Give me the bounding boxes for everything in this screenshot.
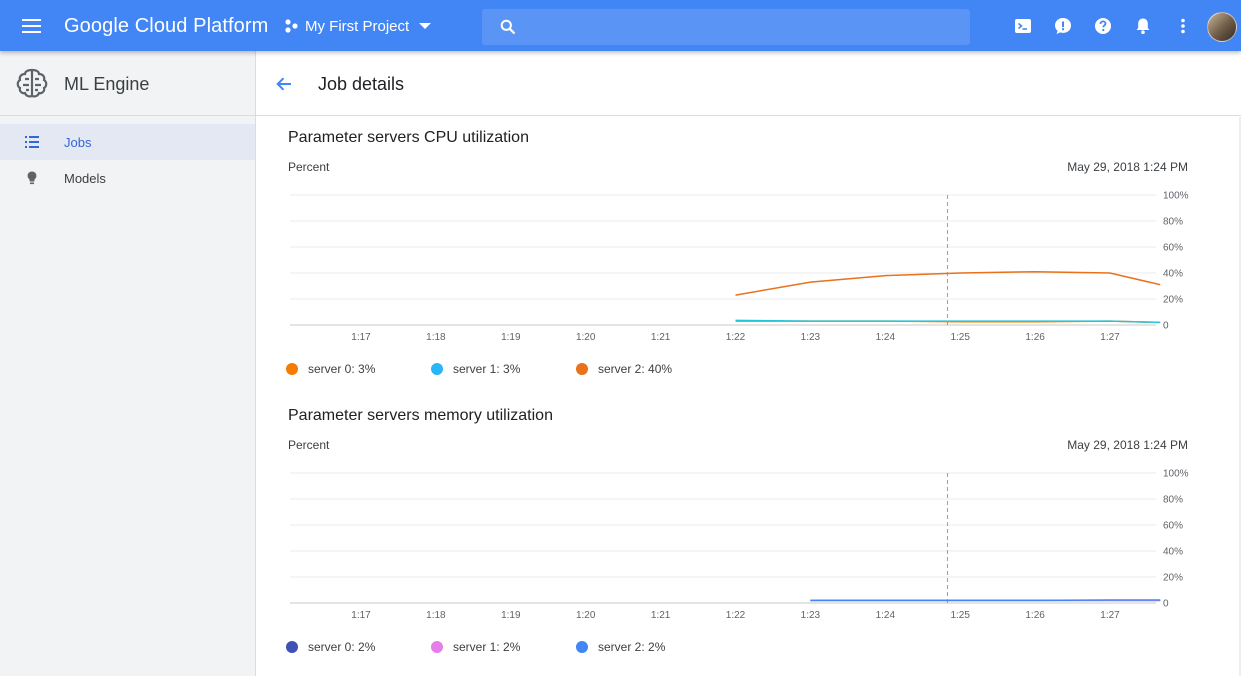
chevron-down-icon bbox=[419, 23, 432, 29]
x-tick-label: 1:21 bbox=[651, 610, 671, 621]
sidebar-item-label: Models bbox=[64, 171, 106, 186]
project-selector[interactable]: My First Project bbox=[283, 10, 432, 42]
menu-icon[interactable] bbox=[18, 14, 46, 38]
legend-dot bbox=[286, 641, 298, 653]
legend-dot bbox=[431, 363, 443, 375]
y-tick-label: 80% bbox=[1163, 495, 1183, 506]
arrow-back-icon[interactable] bbox=[274, 74, 294, 94]
sidebar-title: ML Engine bbox=[64, 74, 150, 94]
x-tick-label: 1:19 bbox=[501, 610, 521, 621]
legend-dot bbox=[286, 363, 298, 375]
sidebar-item-models[interactable]: Models bbox=[0, 160, 255, 196]
legend-dot bbox=[431, 641, 443, 653]
feedback-icon[interactable] bbox=[1053, 16, 1073, 36]
cpu-chart-title: Parameter servers CPU utilization bbox=[288, 129, 529, 146]
legend-item[interactable]: server 2: 40% bbox=[576, 362, 672, 376]
x-tick-label: 1:18 bbox=[426, 332, 446, 343]
search-bar[interactable] bbox=[482, 9, 970, 45]
x-tick-label: 1:21 bbox=[651, 332, 671, 343]
cpu-chart-ylabel: Percent bbox=[288, 160, 330, 174]
avatar[interactable] bbox=[1207, 12, 1237, 42]
project-dots-icon bbox=[285, 19, 298, 33]
legend-item[interactable]: server 1: 3% bbox=[431, 362, 520, 376]
x-tick-label: 1:22 bbox=[726, 610, 746, 621]
y-tick-label: 80% bbox=[1163, 217, 1183, 228]
list-icon bbox=[25, 136, 39, 148]
project-name: My First Project bbox=[305, 17, 410, 35]
notifications-icon[interactable] bbox=[1133, 16, 1153, 36]
sidebar-header: ML Engine bbox=[0, 51, 255, 116]
x-tick-label: 1:17 bbox=[351, 610, 371, 621]
y-tick-label: 60% bbox=[1163, 521, 1183, 532]
lightbulb-icon bbox=[27, 171, 37, 185]
cloud-shell-icon[interactable] bbox=[1013, 16, 1033, 36]
y-tick-label: 100% bbox=[1163, 469, 1189, 480]
page-title: Job details bbox=[318, 74, 405, 94]
x-tick-label: 1:25 bbox=[950, 332, 970, 343]
top-app-bar: Google Cloud Platform My First Project bbox=[0, 0, 1241, 51]
memory-chart-title: Parameter servers memory utilization bbox=[288, 407, 553, 424]
x-tick-label: 1:23 bbox=[801, 332, 821, 343]
x-tick-label: 1:20 bbox=[576, 332, 596, 343]
x-tick-label: 1:27 bbox=[1100, 332, 1120, 343]
legend-label: server 0: 3% bbox=[308, 362, 376, 376]
x-tick-label: 1:19 bbox=[501, 332, 521, 343]
search-input[interactable] bbox=[522, 9, 962, 45]
x-tick-label: 1:26 bbox=[1025, 610, 1045, 621]
memory-chart-timestamp: May 29, 2018 1:24 PM bbox=[1067, 438, 1188, 452]
y-tick-label: 0 bbox=[1163, 599, 1169, 610]
x-tick-label: 1:23 bbox=[801, 610, 821, 621]
legend-dot bbox=[576, 363, 588, 375]
cpu-chart[interactable]: 0 20% 40% 60% 80% 100% 1:17 1:18 1:19 1:20 1:21 1:2… bbox=[256, 180, 1241, 350]
x-tick-label: 1:24 bbox=[876, 332, 896, 343]
y-tick-label: 100% bbox=[1163, 191, 1189, 202]
x-tick-label: 1:20 bbox=[576, 610, 596, 621]
legend-item[interactable]: server 1: 2% bbox=[431, 640, 520, 654]
more-vert-icon[interactable] bbox=[1173, 16, 1193, 36]
y-tick-label: 40% bbox=[1163, 547, 1183, 558]
legend-item[interactable]: server 0: 2% bbox=[286, 640, 375, 654]
page-header: Job details bbox=[256, 51, 1241, 116]
sidebar: ML Engine Jobs Models bbox=[0, 51, 256, 676]
x-tick-label: 1:26 bbox=[1025, 332, 1045, 343]
legend-label: server 1: 3% bbox=[453, 362, 521, 376]
help-icon[interactable] bbox=[1093, 16, 1113, 36]
x-tick-label: 1:18 bbox=[426, 610, 446, 621]
legend-dot bbox=[576, 641, 588, 653]
legend-label: server 2: 2% bbox=[598, 640, 666, 654]
y-tick-label: 20% bbox=[1163, 295, 1183, 306]
x-tick-label: 1:25 bbox=[950, 610, 970, 621]
x-tick-label: 1:27 bbox=[1100, 610, 1120, 621]
legend-label: server 2: 40% bbox=[598, 362, 673, 376]
cpu-chart-timestamp: May 29, 2018 1:24 PM bbox=[1067, 160, 1188, 174]
sidebar-item-label: Jobs bbox=[64, 135, 92, 150]
legend-item[interactable]: server 2: 2% bbox=[576, 640, 665, 654]
y-tick-label: 40% bbox=[1163, 269, 1183, 280]
legend-label: server 0: 2% bbox=[308, 640, 376, 654]
product-name[interactable]: Google Cloud Platform bbox=[64, 15, 268, 38]
y-tick-label: 0 bbox=[1163, 321, 1169, 332]
legend-label: server 1: 2% bbox=[453, 640, 521, 654]
ml-engine-brain-icon bbox=[16, 68, 48, 98]
x-tick-label: 1:24 bbox=[876, 610, 896, 621]
x-tick-label: 1:22 bbox=[726, 332, 746, 343]
search-icon bbox=[500, 19, 516, 35]
memory-chart[interactable]: 0 20% 40% 60% 80% 100% 1:17 1:18 1:19 1:20 1:21 1:2… bbox=[256, 458, 1241, 628]
y-tick-label: 60% bbox=[1163, 243, 1183, 254]
memory-chart-ylabel: Percent bbox=[288, 438, 330, 452]
y-tick-label: 20% bbox=[1163, 573, 1183, 584]
sidebar-item-jobs[interactable]: Jobs bbox=[0, 124, 255, 160]
legend-item[interactable]: server 0: 3% bbox=[286, 362, 375, 376]
x-tick-label: 1:17 bbox=[351, 332, 371, 343]
